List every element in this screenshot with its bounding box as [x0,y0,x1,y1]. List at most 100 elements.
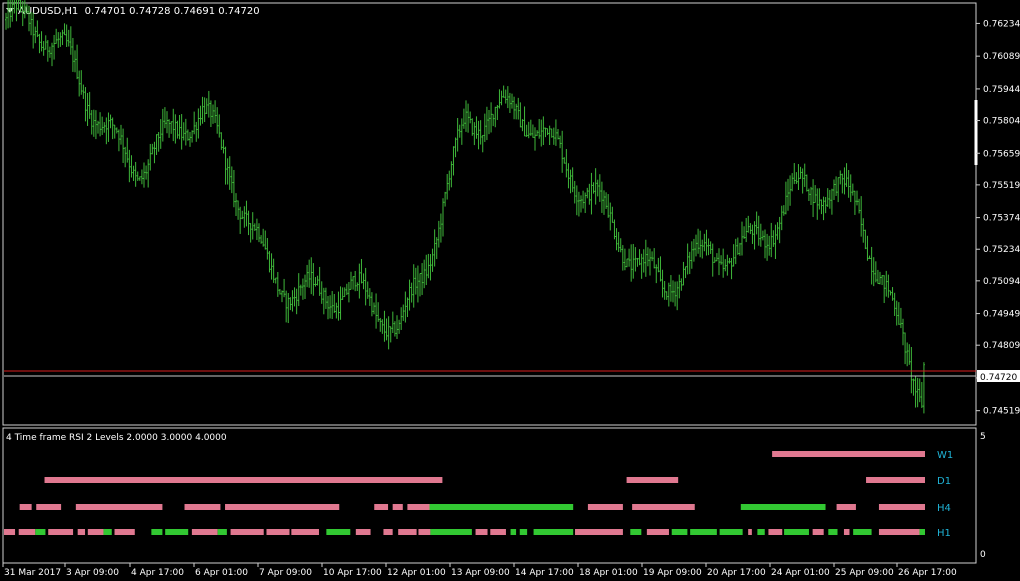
rsi-segment-h1 [355,529,371,535]
price-tick-label: 0.75944 [983,85,1020,95]
rsi-row-label-h4: H4 [937,503,951,514]
rsi-segment-h1 [291,529,319,535]
rsi-segment-h1 [519,529,528,535]
price-tick-label: 0.74809 [983,341,1020,351]
current-price-tag: 0.74720 [977,370,1020,383]
rsi-segment-h4 [836,504,856,510]
chart-header: AUDUSD,H1 0.74701 0.74728 0.74691 0.7472… [6,6,260,17]
rsi-segment-h1 [510,529,517,535]
rsi-segment-h1 [383,529,393,535]
time-tick-label: 19 Apr 09:00 [643,568,702,578]
price-tick-label: 0.76089 [983,52,1020,62]
rsi-segment-d1 [44,477,443,483]
rsi-segment-h1 [35,529,46,535]
time-tick-label: 12 Apr 01:00 [387,568,446,578]
rsi-segment-h1 [757,529,765,535]
rsi-segment-h1 [151,529,163,535]
rsi-segment-h4 [429,504,574,510]
price-tick-label: 0.74519 [983,407,1020,417]
rsi-segment-h1 [430,529,472,535]
rsi-segment-h1 [630,529,642,535]
price-tick-label: 0.75234 [983,245,1020,255]
time-tick-label: 10 Apr 17:00 [323,568,382,578]
rsi-segment-w1 [772,451,925,457]
rsi-row-label-w1: W1 [937,450,953,461]
rsi-row-label-h1: H1 [937,528,951,539]
rsi-segment-h1 [690,529,717,535]
rsi-segment-h1 [843,529,850,535]
rsi-segment-h1 [165,529,189,535]
rsi-segment-h4 [392,504,403,510]
rsi-segment-h1 [768,529,783,535]
rsi-segment-h1 [217,529,227,535]
rsi-segment-h4 [36,504,62,510]
rsi-segment-h1 [919,529,925,535]
rsi-segment-d1 [866,477,925,483]
rsi-segment-h1 [18,529,36,535]
rsi-segment-h1 [719,529,743,535]
time-tick-label: 7 Apr 09:00 [259,568,312,578]
rsi-segment-h1 [4,529,16,535]
symbol-ohlc-header: AUDUSD,H1 0.74701 0.74728 0.74691 0.7472… [18,6,260,17]
price-tick-label: 0.75374 [983,214,1020,224]
time-tick-label: 14 Apr 17:00 [515,568,574,578]
rsi-segment-h1 [114,529,135,535]
rsi-segment-h1 [671,529,688,535]
time-tick-label: 26 Apr 17:00 [898,568,957,578]
rsi-segment-h1 [533,529,574,535]
rsi-segment-h1 [812,529,824,535]
time-tick-label: 3 Apr 09:00 [66,568,119,578]
mt4-chart-window: AUDUSD,H1 0.74701 0.74728 0.74691 0.7472… [0,0,1020,581]
price-tick-label: 0.75094 [983,277,1020,287]
time-tick-label: 13 Apr 09:00 [451,568,510,578]
chart-background [0,0,1020,581]
price-tick-label: 0.75519 [983,181,1020,191]
rsi-segment-h1 [87,529,104,535]
time-tick-label: 4 Apr 17:00 [131,568,184,578]
indicator-title: 4 Time frame RSI 2 Levels 2.0000 3.0000 … [6,433,227,443]
rsi-segment-h4 [740,504,826,510]
indicator-scale-bottom: 0 [980,550,986,560]
price-tick-label: 0.75659 [983,149,1020,159]
rsi-segment-h1 [103,529,112,535]
rsi-segment-h1 [575,529,623,535]
rsi-segment-h1 [418,529,431,535]
time-tick-label: 31 Mar 2017 [4,568,61,578]
rsi-segment-h4 [374,504,389,510]
rsi-segment-h4 [184,504,221,510]
time-tick-label: 20 Apr 17:00 [707,568,766,578]
rsi-segment-h4 [587,504,623,510]
rsi-segment-h1 [191,529,218,535]
time-tick-label: 25 Apr 09:00 [835,568,894,578]
rsi-segment-h1 [398,529,417,535]
rsi-segment-h4 [225,504,340,510]
rsi-segment-h4 [19,504,32,510]
rsi-segment-h1 [853,529,872,535]
rsi-segment-h1 [490,529,506,535]
time-tick-label: 18 Apr 01:00 [579,568,638,578]
rsi-segment-h1 [48,529,74,535]
rsi-segment-h4 [878,504,925,510]
rsi-segment-h1 [77,529,86,535]
current-price-label: 0.74720 [980,373,1017,383]
rsi-segment-h1 [230,529,264,535]
rsi-segment-h1 [646,529,669,535]
rsi-segment-h4 [407,504,430,510]
rsi-segment-h1 [878,529,920,535]
price-tick-label: 0.75804 [983,117,1020,127]
rsi-segment-h4 [75,504,163,510]
rsi-segment-h1 [784,529,809,535]
indicator-scale-top: 5 [980,432,986,442]
rsi-row-label-d1: D1 [937,476,951,487]
time-tick-label: 24 Apr 01:00 [771,568,830,578]
rsi-segment-d1 [626,477,679,483]
price-tick-label: 0.76234 [983,19,1020,29]
rsi-segment-h1 [748,529,752,535]
rsi-segment-h4 [632,504,695,510]
rsi-segment-h1 [475,529,488,535]
rsi-segment-h1 [266,529,290,535]
price-tick-label: 0.74949 [983,310,1020,320]
rsi-segment-h1 [326,529,351,535]
time-tick-label: 6 Apr 01:00 [195,568,248,578]
rsi-segment-h1 [828,529,838,535]
